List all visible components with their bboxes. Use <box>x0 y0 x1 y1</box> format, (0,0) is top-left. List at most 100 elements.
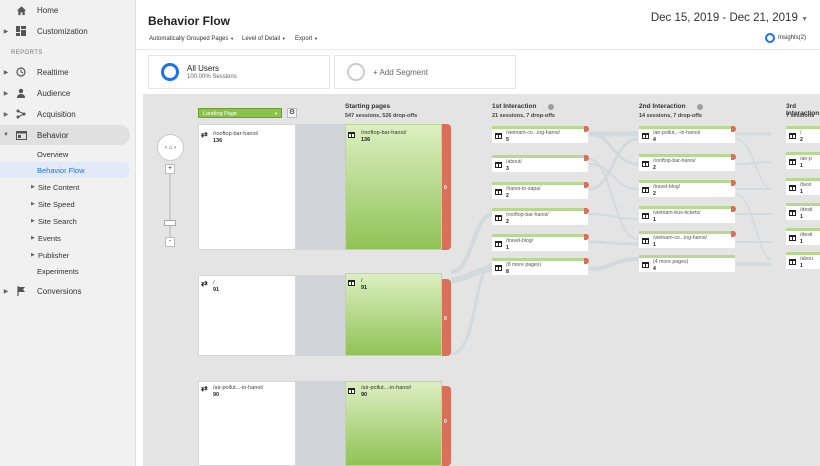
zoom-slider-thumb[interactable] <box>164 220 176 226</box>
interaction-node[interactable]: /hanoi-to-sapa/2 <box>492 182 589 199</box>
dashboard-icon <box>14 24 28 38</box>
interaction-node[interactable]: /air-pollut...-in-hanoi/4 <box>639 126 736 143</box>
info-icon[interactable] <box>697 104 703 110</box>
chevron-down-icon: ▼ <box>801 16 808 23</box>
caret-right-icon: ▶ <box>3 69 9 76</box>
page-icon <box>642 133 649 139</box>
interaction-node-more[interactable]: (8 more pages) 8 <box>492 258 589 275</box>
empty-segment-circle-icon <box>347 63 365 81</box>
pan-control[interactable]: ‹ ⌂ › <box>157 134 184 161</box>
zoom-slider-track[interactable] <box>169 173 171 239</box>
interaction-node[interactable]: /vietnam-bus-tickets/1 <box>639 206 736 223</box>
interaction-node[interactable]: /travel-blog/2 <box>639 180 736 197</box>
flow-band <box>296 124 345 250</box>
nav-realtime-label: Realtime <box>37 67 69 77</box>
export-dropdown[interactable]: Export ▼ <box>295 36 318 42</box>
interaction-node[interactable]: /abou 1 <box>786 252 820 269</box>
page-icon <box>495 241 502 247</box>
nav-acquisition-label: Acquisition <box>37 109 76 119</box>
nav-conversions[interactable]: ▶ Conversions <box>0 281 130 301</box>
interaction-node[interactable]: /2 <box>786 126 820 143</box>
interaction-node[interactable]: /vietnam-co...ing-hanoi/5 <box>492 126 589 143</box>
nav-site-speed[interactable]: ▶ Site Speed <box>0 196 130 212</box>
nav-audience[interactable]: ▶ Audience <box>0 83 130 103</box>
caret-right-icon: ▶ <box>31 218 35 224</box>
info-icon[interactable] <box>548 104 554 110</box>
grouping-dropdown[interactable]: Automatically Grouped Pages ▼ <box>149 36 234 42</box>
nav-behavior-label: Behavior <box>37 130 69 140</box>
page-icon <box>348 280 355 286</box>
date-range-picker[interactable]: Dec 15, 2019 - Dec 21, 2019 ▼ <box>651 12 808 24</box>
page-icon <box>789 259 796 265</box>
interaction-node[interactable]: /air-p 1 <box>786 152 820 169</box>
starting-page-node[interactable] <box>345 381 442 466</box>
flag-icon <box>14 284 28 298</box>
starting-page-node[interactable] <box>345 273 442 356</box>
zoom-out-button[interactable]: - <box>165 237 175 247</box>
report-header: Behavior Flow Dec 15, 2019 - Dec 21, 201… <box>136 0 820 50</box>
nav-publisher[interactable]: ▶ Publisher <box>0 247 130 263</box>
page-icon <box>495 133 502 139</box>
home-icon <box>14 3 28 17</box>
interaction-node[interactable]: /best 1 <box>786 178 820 195</box>
page-icon <box>495 189 502 195</box>
behavior-flow-canvas[interactable]: ‹ ⌂ › + - Landing Page ▼ ⚙ Starting pages… <box>143 94 820 466</box>
caret-right-icon: ▶ <box>31 252 35 258</box>
sidebar: Home ▶ Customization REPORTS ▶ Realtime … <box>0 0 136 466</box>
caret-right-icon: ▶ <box>3 28 9 35</box>
level-of-detail-dropdown[interactable]: Level of Detail ▼ <box>242 36 286 42</box>
nav-acquisition[interactable]: ▶ Acquisition <box>0 104 130 124</box>
insights-button[interactable]: Insights(2) <box>764 33 806 43</box>
chevron-down-icon: ▼ <box>314 36 318 41</box>
chevron-down-icon: ▼ <box>281 36 286 41</box>
caret-right-icon: ▶ <box>31 201 35 207</box>
segment-all-users[interactable]: All Users 100.00% Sessions <box>148 55 330 89</box>
page-icon <box>789 185 796 191</box>
page-icon <box>348 388 355 394</box>
col-sub-second: 14 sessions, 7 drop-offs <box>639 113 702 119</box>
page-title: Behavior Flow <box>148 14 231 28</box>
interaction-node-more[interactable]: (4 more pages) 4 <box>639 255 735 272</box>
starting-page-node[interactable] <box>345 124 442 250</box>
interaction-node[interactable]: /rooftop-bar-hanoi/2 <box>492 208 589 225</box>
page-icon <box>789 210 796 216</box>
interaction-node[interactable]: /vietnam-co...ing-hanoi/1 <box>639 231 736 248</box>
entry-arrows-icon: ⇄ <box>201 279 208 288</box>
nav-site-search[interactable]: ▶ Site Search <box>0 213 130 229</box>
dimension-dropdown[interactable]: Landing Page ▼ <box>198 108 282 118</box>
caret-right-icon: ▶ <box>31 235 35 241</box>
nav-behavior-flow[interactable]: Behavior Flow <box>0 162 130 178</box>
interaction-node[interactable]: /travel-blog/1 <box>492 234 589 251</box>
nav-experiments[interactable]: Experiments <box>0 263 130 279</box>
interaction-node[interactable]: /desti 1 <box>786 203 820 220</box>
interaction-node[interactable]: /about/3 <box>492 155 589 172</box>
home-icon: ⌂ <box>168 145 173 151</box>
nav-site-content[interactable]: ▶ Site Content <box>0 179 130 195</box>
nav-behavior-overview[interactable]: Overview <box>0 146 130 162</box>
page-icon <box>642 213 649 219</box>
page-icon <box>789 235 796 241</box>
nav-realtime[interactable]: ▶ Realtime <box>0 62 130 82</box>
col-header-first: 1st Interaction <box>492 103 537 110</box>
caret-down-icon: ▼ <box>3 132 9 138</box>
interaction-node[interactable]: /desti 1 <box>786 228 820 245</box>
chevron-down-icon: ▼ <box>230 36 235 41</box>
nav-customization[interactable]: ▶ Customization <box>0 21 130 41</box>
page-icon <box>348 132 355 138</box>
nav-behavior[interactable]: ▼ Behavior <box>0 125 130 145</box>
page-icon <box>495 162 502 168</box>
col-header-second: 2nd Interaction <box>639 103 686 110</box>
drop-off-bar[interactable] <box>442 386 451 466</box>
nav-home-label: Home <box>37 5 59 15</box>
gear-icon[interactable]: ⚙ <box>287 108 297 118</box>
col-sub-first: 21 sessions, 7 drop-offs <box>492 113 555 119</box>
chevron-down-icon: ▼ <box>274 111 278 116</box>
add-segment-button[interactable]: + Add Segment <box>334 55 516 89</box>
nav-audience-label: Audience <box>37 88 71 98</box>
page-icon <box>495 215 502 221</box>
nav-home[interactable]: Home <box>0 0 130 20</box>
caret-right-icon: ▶ <box>3 288 9 295</box>
acquisition-icon <box>14 107 28 121</box>
nav-events[interactable]: ▶ Events <box>0 230 130 246</box>
interaction-node[interactable]: /rooftop-bar-hanoi/2 <box>639 154 736 171</box>
